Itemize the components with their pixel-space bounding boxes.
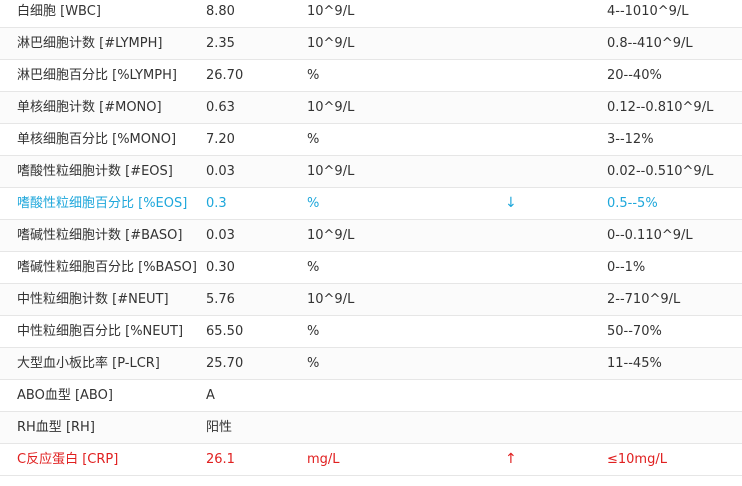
test-name: 嗜碱性粒细胞百分比 [%BASO] — [17, 260, 197, 275]
result-value: 0.03 — [206, 164, 235, 179]
table-row-baso-count: 嗜碱性粒细胞计数 [#BASO] 0.03 10^9/L 0--0.110^9/… — [0, 220, 742, 252]
result-value: 阳性 — [206, 420, 233, 435]
reference-range: 11--45% — [607, 356, 662, 371]
result-unit: % — [307, 356, 320, 371]
arrow-down-icon: ↓ — [505, 195, 517, 211]
result-unit: 10^9/L — [307, 100, 355, 115]
result-value: 0.63 — [206, 100, 235, 115]
result-value: 25.70 — [206, 356, 244, 371]
result-value: 26.1 — [206, 452, 235, 467]
lab-results-table: 白细胞 [WBC] 8.80 10^9/L 4--1010^9/L 淋巴细胞计数… — [0, 0, 742, 476]
reference-range: 0--1% — [607, 260, 646, 275]
arrow-up-icon: ↑ — [505, 451, 517, 467]
result-value: 26.70 — [206, 68, 244, 83]
test-name: RH血型 [RH] — [17, 420, 95, 435]
test-name: ABO血型 [ABO] — [17, 388, 113, 403]
table-row-rh: RH血型 [RH] 阳性 — [0, 412, 742, 444]
table-row-lymph-count: 淋巴细胞计数 [#LYMPH] 2.35 10^9/L 0.8--410^9/L — [0, 28, 742, 60]
reference-range: 3--12% — [607, 132, 654, 147]
result-value: 0.3 — [206, 196, 227, 211]
test-name: 嗜酸性粒细胞计数 [#EOS] — [17, 164, 173, 179]
test-name: 淋巴细胞计数 [#LYMPH] — [17, 36, 163, 51]
table-row-crp: C反应蛋白 [CRP] 26.1 mg/L ↑ ≤10mg/L — [0, 444, 742, 476]
table-row-neut-count: 中性粒细胞计数 [#NEUT] 5.76 10^9/L 2--710^9/L — [0, 284, 742, 316]
table-row-lymph-percent: 淋巴细胞百分比 [%LYMPH] 26.70 % 20--40% — [0, 60, 742, 92]
result-value: 8.80 — [206, 4, 235, 19]
table-row-wbc: 白细胞 [WBC] 8.80 10^9/L 4--1010^9/L — [0, 0, 742, 28]
table-row-plcr: 大型血小板比率 [P-LCR] 25.70 % 11--45% — [0, 348, 742, 380]
result-unit: 10^9/L — [307, 164, 355, 179]
reference-range: 2--710^9/L — [607, 292, 681, 307]
reference-range: 0.5--5% — [607, 196, 658, 211]
test-name: 白细胞 [WBC] — [17, 4, 101, 19]
reference-range: 20--40% — [607, 68, 662, 83]
result-unit: 10^9/L — [307, 36, 355, 51]
table-row-eos-count: 嗜酸性粒细胞计数 [#EOS] 0.03 10^9/L 0.02--0.510^… — [0, 156, 742, 188]
reference-range: 50--70% — [607, 324, 662, 339]
test-name: 中性粒细胞百分比 [%NEUT] — [17, 324, 184, 339]
test-name: 嗜酸性粒细胞百分比 [%EOS] — [17, 196, 188, 211]
result-value: 0.30 — [206, 260, 235, 275]
result-unit: % — [307, 260, 320, 275]
test-name: C反应蛋白 [CRP] — [17, 452, 119, 467]
result-value: 7.20 — [206, 132, 235, 147]
table-row-mono-percent: 单核细胞百分比 [%MONO] 7.20 % 3--12% — [0, 124, 742, 156]
table-row-baso-percent: 嗜碱性粒细胞百分比 [%BASO] 0.30 % 0--1% — [0, 252, 742, 284]
result-unit: % — [307, 196, 320, 211]
result-unit: 10^9/L — [307, 228, 355, 243]
reference-range: 0.02--0.510^9/L — [607, 164, 714, 179]
result-unit: 10^9/L — [307, 4, 355, 19]
result-unit: % — [307, 324, 320, 339]
table-row-neut-percent: 中性粒细胞百分比 [%NEUT] 65.50 % 50--70% — [0, 316, 742, 348]
reference-range: 4--1010^9/L — [607, 4, 689, 19]
test-name: 淋巴细胞百分比 [%LYMPH] — [17, 68, 177, 83]
reference-range: 0--0.110^9/L — [607, 228, 693, 243]
result-unit: 10^9/L — [307, 292, 355, 307]
test-name: 单核细胞计数 [#MONO] — [17, 100, 162, 115]
result-value: 0.03 — [206, 228, 235, 243]
result-unit: % — [307, 68, 320, 83]
result-unit: % — [307, 132, 320, 147]
table-row-mono-count: 单核细胞计数 [#MONO] 0.63 10^9/L 0.12--0.810^9… — [0, 92, 742, 124]
result-value: 65.50 — [206, 324, 244, 339]
table-row-abo: ABO血型 [ABO] A — [0, 380, 742, 412]
reference-range: ≤10mg/L — [607, 452, 667, 467]
result-unit: mg/L — [307, 452, 340, 467]
test-name: 大型血小板比率 [P-LCR] — [17, 356, 160, 371]
result-value: A — [206, 388, 215, 403]
test-name: 单核细胞百分比 [%MONO] — [17, 132, 177, 147]
result-value: 2.35 — [206, 36, 235, 51]
result-value: 5.76 — [206, 292, 235, 307]
table-row-eos-percent: 嗜酸性粒细胞百分比 [%EOS] 0.3 % ↓ 0.5--5% — [0, 188, 742, 220]
reference-range: 0.12--0.810^9/L — [607, 100, 714, 115]
test-name: 嗜碱性粒细胞计数 [#BASO] — [17, 228, 183, 243]
reference-range: 0.8--410^9/L — [607, 36, 693, 51]
test-name: 中性粒细胞计数 [#NEUT] — [17, 292, 169, 307]
